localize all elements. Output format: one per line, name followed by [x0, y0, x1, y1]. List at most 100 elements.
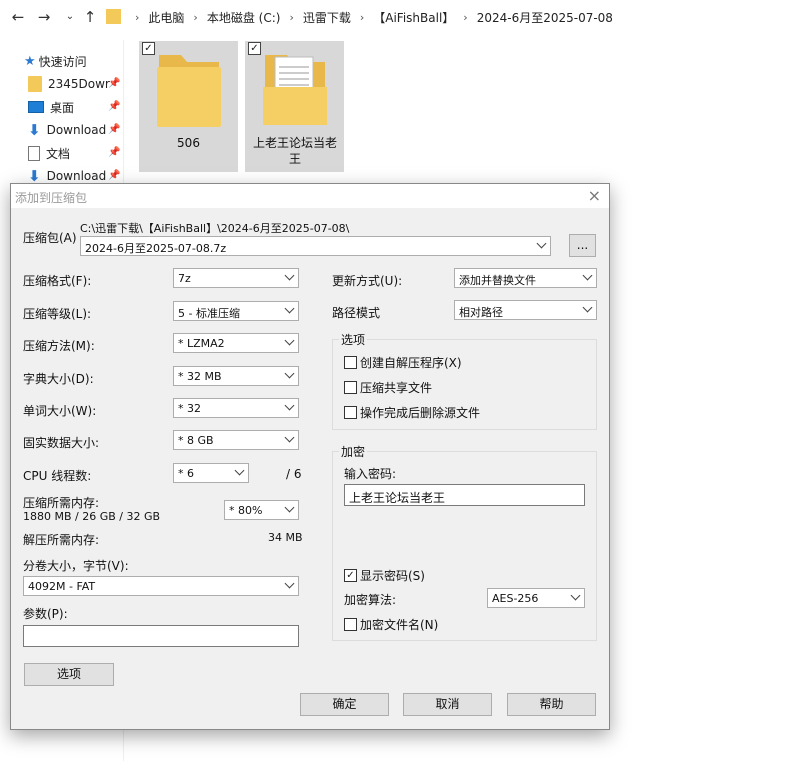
format-label: 压缩格式(F): — [23, 274, 92, 288]
star-icon: ★ — [24, 53, 36, 69]
pin-icon: 📌 — [108, 101, 121, 112]
chevron-down-icon — [234, 465, 245, 476]
create-sfx-checkbox[interactable]: 创建自解压程序(X) — [344, 354, 462, 371]
checkbox-box[interactable] — [344, 356, 357, 369]
memory-percent-select[interactable]: * 80% — [224, 500, 299, 520]
address-bar-folder-icon — [106, 9, 121, 24]
chevron-down-icon — [284, 400, 295, 411]
recent-dropdown-icon[interactable]: ⌄ — [60, 6, 80, 28]
password-input[interactable]: 上老王论坛当老王 — [344, 484, 585, 506]
method-label: 压缩方法(M): — [23, 339, 95, 353]
format-select[interactable]: 7z — [173, 268, 299, 288]
breadcrumb-separator-icon: › — [289, 10, 294, 24]
path-mode-label: 路径模式 — [332, 306, 381, 320]
sidebar-item-label: 2345Dowr — [48, 77, 110, 91]
folder-icon — [157, 55, 221, 127]
archive-name-value: 2024-6月至2025-07-08.7z — [85, 242, 227, 255]
up-button[interactable]: ↑ — [80, 6, 100, 28]
breadcrumb: › 此电脑 › 本地磁盘 (C:) › 迅雷下载 › 【AiFishBall】 … — [126, 6, 613, 28]
sidebar-item-quick-access[interactable]: ★ 快速访问 — [24, 50, 87, 72]
word-value: * 32 — [178, 402, 201, 415]
browse-button[interactable]: ... — [569, 234, 596, 257]
encrypt-names-checkbox[interactable]: 加密文件名(N) — [344, 616, 438, 633]
dialog-titlebar[interactable]: 添加到压缩包 × — [11, 184, 609, 208]
checkbox-box[interactable] — [344, 618, 357, 631]
cpu-label: CPU 线程数: — [23, 469, 92, 483]
chevron-down-icon — [536, 238, 547, 249]
chevron-down-icon — [284, 335, 295, 346]
breadcrumb-item[interactable]: 【AiFishBall】 — [373, 9, 454, 26]
word-label: 单词大小(W): — [23, 404, 97, 418]
cancel-button[interactable]: 取消 — [403, 693, 492, 716]
level-select[interactable]: 5 - 标准压缩 — [173, 301, 299, 321]
update-mode-value: 添加并替换文件 — [459, 274, 536, 287]
chevron-down-icon — [582, 302, 593, 313]
breadcrumb-item[interactable]: 2024-6月至2025-07-08 — [477, 9, 613, 26]
chevron-down-icon — [570, 590, 581, 601]
level-label: 压缩等级(L): — [23, 307, 92, 321]
word-select[interactable]: * 32 — [173, 398, 299, 418]
forward-button[interactable]: → — [34, 6, 54, 28]
checkbox-label: 加密文件名(N) — [360, 618, 439, 632]
file-tile-506[interactable]: ✓ 506 — [139, 41, 238, 172]
sidebar-item-desktop[interactable]: 桌面 — [28, 96, 74, 118]
archive-name-combo[interactable]: 2024-6月至2025-07-08.7z — [80, 236, 551, 256]
desktop-icon — [28, 101, 44, 113]
pin-icon: 📌 — [108, 147, 121, 158]
compress-shared-checkbox[interactable]: 压缩共享文件 — [344, 379, 432, 396]
chevron-down-icon — [582, 270, 593, 281]
options-group-title: 选项 — [339, 331, 368, 348]
split-select[interactable]: 4092M - FAT — [23, 576, 299, 596]
sidebar-item-label: 文档 — [46, 146, 71, 161]
sidebar-item-downloads[interactable]: ⬇ Download — [28, 119, 106, 141]
encrypt-method-select[interactable]: AES-256 — [487, 588, 585, 608]
level-value: 5 - 标准压缩 — [178, 307, 240, 320]
chevron-down-icon — [284, 270, 295, 281]
help-button[interactable]: 帮助 — [507, 693, 596, 716]
decompress-memory-value: 34 MB — [268, 531, 303, 544]
dict-value: * 32 MB — [178, 370, 222, 383]
password-label: 输入密码: — [344, 467, 397, 481]
download-arrow-icon: ⬇ — [28, 121, 41, 139]
method-select[interactable]: * LZMA2 — [173, 333, 299, 353]
sidebar-item-2345downloads[interactable]: 2345Dowr — [28, 73, 110, 95]
split-label: 分卷大小，字节(V): — [23, 559, 129, 573]
breadcrumb-item[interactable]: 本地磁盘 (C:) — [207, 9, 281, 26]
checkbox-label: 创建自解压程序(X) — [360, 356, 462, 370]
checkbox-label: 操作完成后删除源文件 — [360, 406, 481, 420]
memory-detail: 1880 MB / 26 GB / 32 GB — [23, 510, 161, 523]
delete-after-checkbox[interactable]: 操作完成后删除源文件 — [344, 404, 480, 421]
dict-select[interactable]: * 32 MB — [173, 366, 299, 386]
document-icon — [28, 145, 40, 161]
breadcrumb-separator-icon: › — [463, 10, 468, 24]
params-input[interactable] — [23, 625, 299, 647]
solid-select[interactable]: * 8 GB — [173, 430, 299, 450]
params-label: 参数(P): — [23, 607, 68, 621]
update-mode-select[interactable]: 添加并替换文件 — [454, 268, 597, 288]
back-button[interactable]: ← — [8, 6, 28, 28]
cpu-select[interactable]: * 6 — [173, 463, 249, 483]
encryption-group-title: 加密 — [339, 443, 368, 460]
checkbox-box-checked[interactable]: ✓ — [344, 569, 357, 582]
breadcrumb-item[interactable]: 迅雷下载 — [303, 9, 351, 26]
path-mode-select[interactable]: 相对路径 — [454, 300, 597, 320]
breadcrumb-item[interactable]: 此电脑 — [148, 9, 184, 26]
checkbox-box[interactable] — [344, 406, 357, 419]
ok-button[interactable]: 确定 — [300, 693, 389, 716]
file-checkbox[interactable]: ✓ — [142, 42, 155, 55]
password-value: 上老王论坛当老王 — [349, 491, 446, 505]
breadcrumb-separator-icon: › — [193, 10, 198, 24]
show-password-checkbox[interactable]: ✓ 显示密码(S) — [344, 567, 425, 584]
close-icon[interactable]: × — [588, 186, 601, 205]
file-tile-laowang[interactable]: ✓ 上老王论坛当老王 — [245, 41, 344, 172]
sidebar-item-documents[interactable]: 文档 — [28, 142, 70, 164]
breadcrumb-separator-icon: › — [135, 10, 140, 24]
memory-percent-value: * 80% — [229, 504, 263, 517]
update-mode-label: 更新方式(U): — [332, 274, 403, 288]
checkbox-box[interactable] — [344, 381, 357, 394]
file-checkbox[interactable]: ✓ — [248, 42, 261, 55]
chevron-down-icon — [284, 578, 295, 589]
chevron-down-icon — [284, 432, 295, 443]
sidebar-item-label: 快速访问 — [38, 54, 87, 69]
options-button[interactable]: 选项 — [24, 663, 114, 686]
